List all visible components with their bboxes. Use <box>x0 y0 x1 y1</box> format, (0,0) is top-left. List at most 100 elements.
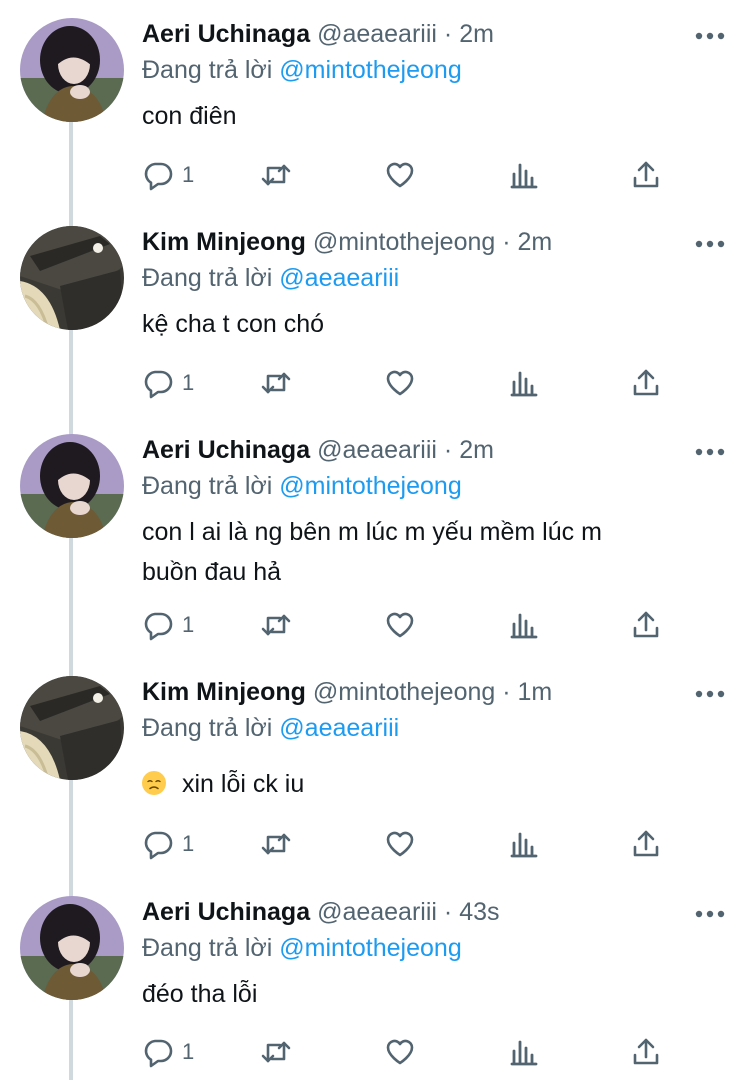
user-handle[interactable]: @mintothejeong <box>313 678 495 706</box>
retweet-button[interactable] <box>260 1032 292 1072</box>
retweet-button[interactable] <box>260 363 292 403</box>
user-handle[interactable]: @aeaeariii <box>317 20 437 48</box>
tweet[interactable]: Aeri Uchinaga @aeaeariii · 2m Đang trả l… <box>0 416 750 676</box>
more-options-button[interactable] <box>692 234 728 254</box>
share-button[interactable] <box>630 605 662 645</box>
reply-icon <box>144 162 173 191</box>
display-name[interactable]: Aeri Uchinaga <box>142 20 310 48</box>
mention-link[interactable]: @mintothejeong <box>279 934 461 962</box>
more-options-button[interactable] <box>692 26 728 46</box>
heart-icon <box>386 1039 414 1065</box>
replying-to: Đang trả lời @aeaeariii <box>142 259 399 297</box>
reply-button[interactable]: 1 <box>142 155 194 195</box>
reply-button[interactable]: 1 <box>142 824 194 864</box>
display-name[interactable]: Kim Minjeong <box>142 228 306 256</box>
timestamp[interactable]: 1m <box>518 678 553 706</box>
mention-link[interactable]: @aeaeariii <box>279 264 399 292</box>
reply-icon <box>144 831 173 860</box>
views-button[interactable] <box>508 155 540 195</box>
more-options-button[interactable] <box>692 904 728 924</box>
more-options-button[interactable] <box>692 442 728 462</box>
share-button[interactable] <box>630 363 662 403</box>
like-button[interactable] <box>384 363 416 403</box>
analytics-icon <box>510 1040 538 1066</box>
tweet-text-line: đéo tha lỗi <box>142 980 258 1008</box>
replying-to-label: Đang trả lời <box>142 714 273 742</box>
tweet-text: xin lỗi ck iu <box>142 764 722 804</box>
like-button[interactable] <box>384 605 416 645</box>
tweet[interactable]: Kim Minjeong @mintothejeong · 2m Đang tr… <box>0 208 750 423</box>
display-name[interactable]: Kim Minjeong <box>142 678 306 706</box>
reply-count: 1 <box>182 1039 195 1064</box>
tweet-actions: 1 <box>142 155 682 195</box>
tweet-text: con l ai là ng bên m lúc m yếu mềm lúc m… <box>142 512 722 592</box>
more-options-button[interactable] <box>692 684 728 704</box>
tweet-text-line: xin lỗi ck iu <box>142 764 722 804</box>
avatar-aeri-icon <box>20 18 124 122</box>
user-handle[interactable]: @mintothejeong <box>313 228 495 256</box>
retweet-button[interactable] <box>260 605 292 645</box>
tweet-text-line: kệ cha t con chó <box>142 310 325 338</box>
tweet-text-content: xin lỗi ck iu <box>182 770 305 798</box>
avatar[interactable] <box>20 434 124 538</box>
timestamp[interactable]: 2m <box>518 228 553 256</box>
timestamp[interactable]: 2m <box>459 20 494 48</box>
share-icon <box>633 830 659 857</box>
avatar[interactable] <box>20 896 124 1000</box>
views-button[interactable] <box>508 1032 540 1072</box>
tweet-text: kệ cha t con chó <box>142 304 722 344</box>
reply-button[interactable]: 1 <box>142 363 194 403</box>
tweet[interactable]: Aeri Uchinaga @aeaeariii · 2m Đang trả l… <box>0 0 750 210</box>
avatar[interactable] <box>20 676 124 780</box>
more-horizontal-icon <box>695 240 725 248</box>
avatar[interactable] <box>20 18 124 122</box>
tweet-text: đéo tha lỗi <box>142 974 722 1014</box>
mention-link[interactable]: @aeaeariii <box>279 714 399 742</box>
timestamp[interactable]: 43s <box>459 898 499 926</box>
tweet[interactable]: Aeri Uchinaga @aeaeariii · 43s Đang trả … <box>0 878 750 1074</box>
replying-to: Đang trả lời @aeaeariii <box>142 709 399 747</box>
replying-to: Đang trả lời @mintothejeong <box>142 51 462 89</box>
mention-link[interactable]: @mintothejeong <box>279 472 461 500</box>
retweet-button[interactable] <box>260 824 292 864</box>
user-handle[interactable]: @aeaeariii <box>317 898 437 926</box>
tweet-header: Kim Minjeong @mintothejeong · 1m <box>142 672 552 712</box>
avatar[interactable] <box>20 226 124 330</box>
views-button[interactable] <box>508 363 540 403</box>
reply-count: 1 <box>182 370 195 395</box>
display-name[interactable]: Aeri Uchinaga <box>142 436 310 464</box>
share-button[interactable] <box>630 155 662 195</box>
replying-to-label: Đang trả lời <box>142 264 273 292</box>
like-button[interactable] <box>384 1032 416 1072</box>
mention-link[interactable]: @mintothejeong <box>279 56 461 84</box>
avatar-aeri-icon <box>20 896 124 1000</box>
tweet-header: Aeri Uchinaga @aeaeariii · 43s <box>142 892 500 932</box>
user-handle[interactable]: @aeaeariii <box>317 436 437 464</box>
retweet-button[interactable] <box>260 155 292 195</box>
like-button[interactable] <box>384 824 416 864</box>
analytics-icon <box>510 613 538 639</box>
timestamp[interactable]: 2m <box>459 436 494 464</box>
share-button[interactable] <box>630 824 662 864</box>
separator-dot: · <box>502 678 511 706</box>
tweet[interactable]: Kim Minjeong @mintothejeong · 1m Đang tr… <box>0 658 750 888</box>
reply-icon <box>144 1039 173 1068</box>
more-horizontal-icon <box>695 32 725 40</box>
avatar-aeri-icon <box>20 434 124 538</box>
display-name[interactable]: Aeri Uchinaga <box>142 898 310 926</box>
reply-icon <box>144 612 173 641</box>
views-button[interactable] <box>508 824 540 864</box>
share-icon <box>633 369 659 396</box>
avatar-minjeong-icon <box>20 226 124 330</box>
reply-button[interactable]: 1 <box>142 1032 194 1072</box>
analytics-icon <box>510 163 538 189</box>
replying-to-label: Đang trả lời <box>142 472 273 500</box>
share-button[interactable] <box>630 1032 662 1072</box>
retweet-icon <box>261 1041 291 1063</box>
retweet-icon <box>261 372 291 394</box>
views-button[interactable] <box>508 605 540 645</box>
tweet-text-line: buồn đau hả <box>142 558 282 586</box>
reply-count: 1 <box>182 831 195 856</box>
like-button[interactable] <box>384 155 416 195</box>
reply-button[interactable]: 1 <box>142 605 194 645</box>
